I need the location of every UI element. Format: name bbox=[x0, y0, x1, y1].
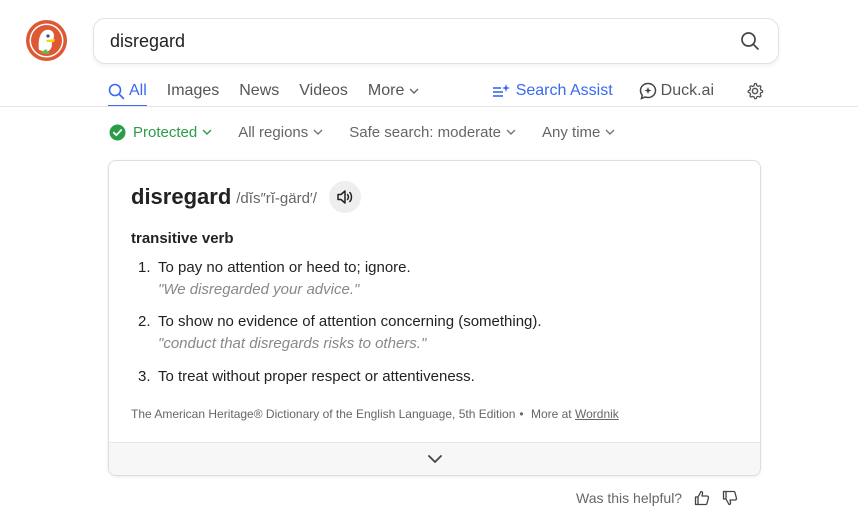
chevron-down-icon bbox=[313, 129, 323, 135]
definition-number: 1. bbox=[138, 259, 151, 276]
check-circle-icon bbox=[109, 124, 126, 140]
gear-icon bbox=[747, 82, 764, 100]
tab-news[interactable]: News bbox=[239, 76, 279, 106]
duck-logo-icon bbox=[26, 20, 67, 61]
header-divider bbox=[0, 106, 858, 107]
definition-text: To treat without proper respect or atten… bbox=[158, 368, 475, 385]
settings-button[interactable] bbox=[746, 82, 764, 100]
definition-word: disregard bbox=[131, 184, 232, 209]
tab-label: Videos bbox=[299, 82, 348, 99]
search-assist-button[interactable]: Search Assist bbox=[492, 82, 613, 100]
duck-ai-icon bbox=[639, 82, 656, 100]
tab-more[interactable]: More bbox=[368, 76, 423, 106]
pronunciation: /dĭs″rĭ-gärd′/ bbox=[236, 190, 317, 207]
thumbs-down-icon bbox=[722, 490, 738, 506]
definition-item: 2. To show no evidence of attention conc… bbox=[138, 313, 542, 352]
definition-number: 3. bbox=[138, 368, 151, 385]
thumbs-down-button[interactable] bbox=[722, 490, 738, 506]
filter-label: Safe search: moderate bbox=[349, 123, 502, 141]
filter-label: Protected bbox=[133, 123, 198, 141]
thumbs-up-button[interactable] bbox=[694, 490, 710, 506]
definition-text: To pay no attention or heed to; ignore. bbox=[158, 259, 411, 276]
duck-ai-button[interactable]: Duck.ai bbox=[639, 82, 714, 100]
chevron-down-icon bbox=[202, 129, 212, 135]
definition-number: 2. bbox=[138, 313, 151, 330]
definition-header: disregard /dĭs″rĭ-gärd′/ bbox=[131, 181, 361, 213]
feedback-question: Was this helpful? bbox=[576, 490, 683, 506]
definition-item: 3. To treat without proper respect or at… bbox=[138, 368, 475, 385]
part-of-speech: transitive verb bbox=[131, 230, 234, 247]
safe-search-filter[interactable]: Safe search: moderate bbox=[349, 124, 516, 141]
chevron-down-icon bbox=[605, 129, 615, 135]
search-assist-icon bbox=[492, 84, 510, 97]
duckduckgo-logo[interactable] bbox=[26, 20, 67, 61]
source-separator: • bbox=[519, 407, 524, 421]
search-icon bbox=[741, 32, 759, 50]
speaker-icon bbox=[337, 190, 353, 204]
search-tabs: All Images News Videos More bbox=[108, 76, 443, 107]
time-filter[interactable]: Any time bbox=[542, 124, 615, 141]
search-button[interactable] bbox=[738, 29, 762, 53]
duck-ai-label: Duck.ai bbox=[660, 82, 714, 99]
chevron-down-icon bbox=[506, 129, 516, 135]
tab-videos[interactable]: Videos bbox=[299, 76, 348, 106]
wordnik-link[interactable]: Wordnik bbox=[575, 407, 619, 421]
tab-label: All bbox=[129, 82, 147, 99]
filter-label: Any time bbox=[542, 123, 601, 141]
region-filter[interactable]: All regions bbox=[238, 124, 323, 141]
tab-images[interactable]: Images bbox=[167, 76, 219, 106]
chevron-down-icon bbox=[409, 88, 419, 94]
more-at-label: More at bbox=[530, 407, 572, 421]
feedback-bar: Was this helpful? bbox=[576, 490, 738, 506]
protected-filter[interactable]: Protected bbox=[109, 124, 212, 141]
right-tabs: Search Assist Duck.ai bbox=[492, 76, 764, 106]
definition-source: The American Heritage® Dictionary of the… bbox=[131, 407, 619, 421]
source-title: The American Heritage® Dictionary of the… bbox=[131, 407, 516, 421]
search-icon bbox=[108, 83, 125, 99]
tab-all[interactable]: All bbox=[108, 76, 147, 107]
pronounce-audio-button[interactable] bbox=[328, 181, 361, 213]
expand-definition-button[interactable] bbox=[109, 442, 760, 475]
tab-label: More bbox=[367, 82, 405, 99]
tab-label: News bbox=[239, 82, 280, 99]
search-filters: Protected All regions Safe search: moder… bbox=[109, 120, 641, 144]
filter-label: All regions bbox=[238, 123, 309, 141]
search-box bbox=[93, 18, 779, 64]
search-input[interactable] bbox=[110, 30, 738, 52]
chevron-down-icon bbox=[427, 455, 442, 463]
definition-example: "We disregarded your advice." bbox=[158, 281, 360, 298]
definition-example: "conduct that disregards risks to others… bbox=[158, 335, 427, 352]
definition-item: 1. To pay no attention or heed to; ignor… bbox=[138, 259, 411, 298]
definition-card: disregard /dĭs″rĭ-gärd′/ transitive verb… bbox=[108, 160, 761, 476]
search-assist-label: Search Assist bbox=[515, 82, 613, 99]
tab-label: Images bbox=[166, 82, 220, 99]
definition-text: To show no evidence of attention concern… bbox=[158, 313, 542, 330]
thumbs-up-icon bbox=[694, 490, 710, 506]
